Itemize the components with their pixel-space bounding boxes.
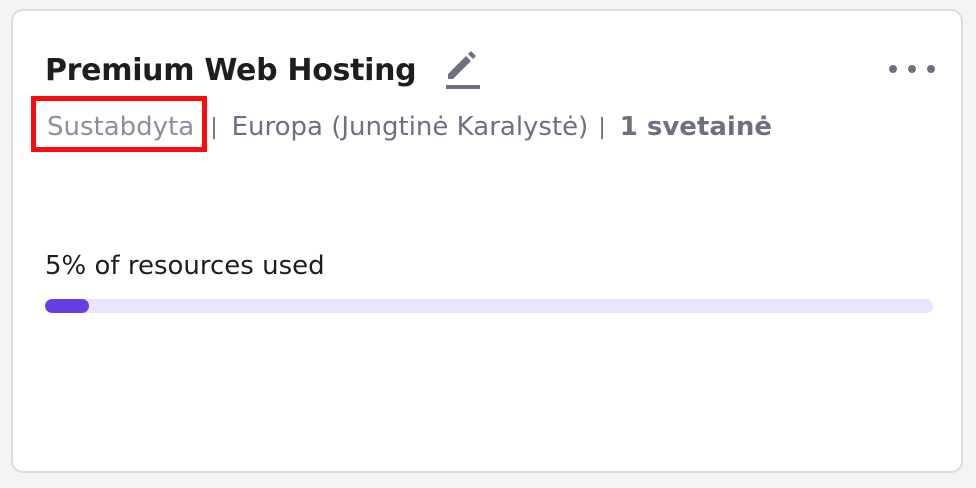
more-dot	[908, 65, 916, 73]
hosting-plan-card: Premium Web Hosting Sustabdyta | Europa …	[11, 9, 963, 473]
plan-title: Premium Web Hosting	[45, 52, 417, 88]
meta-separator: |	[598, 114, 606, 140]
title-row: Premium Web Hosting	[45, 49, 484, 91]
meta-separator: |	[210, 114, 218, 140]
more-dot	[927, 65, 935, 73]
sites-count: 1 svetainė	[619, 112, 772, 142]
more-dot	[889, 65, 897, 73]
status-text: Sustabdyta	[47, 112, 195, 142]
pencil-icon	[446, 51, 481, 89]
resource-usage-label: 5% of resources used	[45, 251, 325, 281]
plan-meta: Sustabdyta | Europa (Jungtinė Karalystė)…	[45, 105, 772, 149]
region-text: Europa (Jungtinė Karalystė)	[231, 112, 589, 142]
more-options-button[interactable]	[889, 55, 935, 83]
edit-button[interactable]	[440, 49, 484, 91]
resource-usage-fill	[45, 299, 90, 313]
resource-usage-bar	[45, 299, 933, 313]
